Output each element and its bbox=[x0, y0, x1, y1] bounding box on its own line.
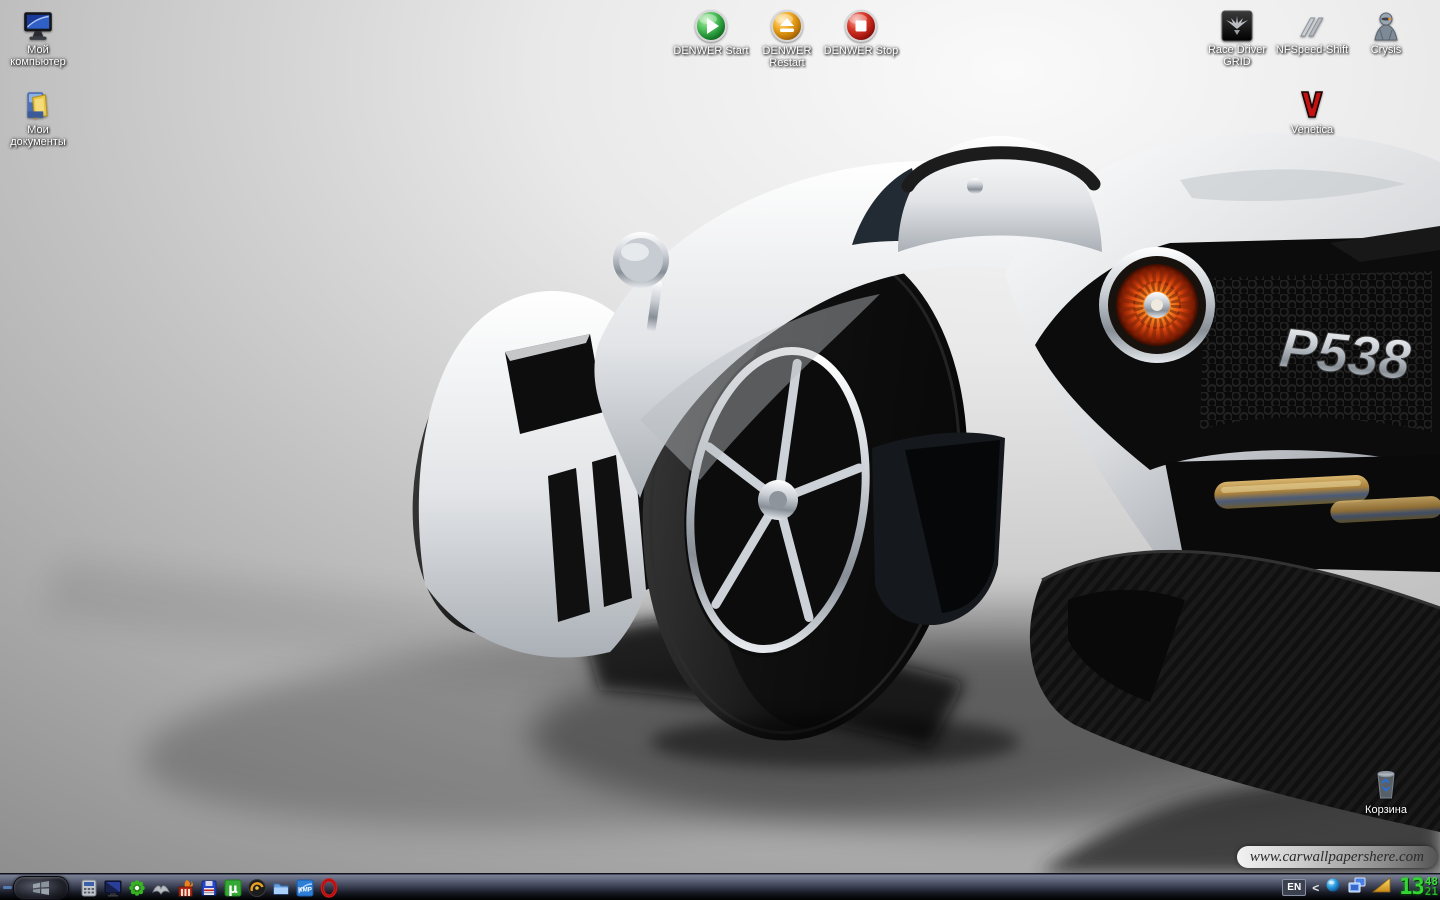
opera-icon[interactable] bbox=[318, 877, 340, 899]
my-documents-icon bbox=[21, 84, 55, 122]
desktop-icon-label: Мой компьютер bbox=[0, 44, 76, 68]
wallpaper-watermark: www.carwallpapershere.com bbox=[1237, 846, 1437, 868]
svg-text:KMP: KMP bbox=[298, 886, 312, 893]
desktop-icon-label: Корзина bbox=[1365, 804, 1407, 816]
windows-flag-icon bbox=[32, 880, 50, 896]
desktop-icon-nfspeed-shift[interactable]: NFSpeed-Shift bbox=[1267, 4, 1357, 56]
screen: P538 Мой компьютер bbox=[0, 0, 1440, 900]
desktop-icon-label: Мои документы bbox=[0, 124, 76, 148]
kmplayer-icon[interactable]: KMP bbox=[294, 877, 316, 899]
taskbar-clock[interactable]: 13 48 21 bbox=[1399, 875, 1438, 900]
desktop-icon-label: Crysis bbox=[1371, 44, 1402, 56]
aimp-icon[interactable] bbox=[246, 877, 268, 899]
venetica-icon bbox=[1295, 84, 1329, 122]
nfspeed-shift-icon bbox=[1294, 4, 1330, 42]
denwer-stop-icon bbox=[844, 5, 878, 43]
desktop-icon-label: DENWER Stop bbox=[824, 45, 899, 57]
floppy-icon[interactable] bbox=[198, 877, 220, 899]
quick-launch-bar: µ KMP bbox=[78, 874, 340, 900]
folder-icon[interactable] bbox=[270, 877, 292, 899]
tray-sphere-icon[interactable] bbox=[1325, 877, 1341, 898]
desktop-icon-label: Venetica bbox=[1291, 124, 1333, 136]
desktop-icon-label: NFSpeed-Shift bbox=[1276, 44, 1348, 56]
desktop-icon-race-driver-grid[interactable]: Race Driver GRID bbox=[1199, 4, 1275, 68]
taskbar: µ KMP bbox=[0, 873, 1440, 900]
network-connection-icon[interactable] bbox=[1347, 877, 1366, 899]
my-computer-icon bbox=[21, 4, 55, 42]
desktop-icon-recycle-bin[interactable]: Корзина bbox=[1348, 764, 1424, 816]
icq-icon[interactable] bbox=[126, 877, 148, 899]
language-indicator[interactable]: EN bbox=[1282, 879, 1306, 896]
desktop-icon-my-computer[interactable]: Мой компьютер bbox=[0, 4, 76, 68]
start-button[interactable] bbox=[13, 876, 69, 900]
volume-triangle-icon[interactable] bbox=[1372, 877, 1391, 898]
utorrent-icon[interactable]: µ bbox=[222, 877, 244, 899]
tray-collapse-chevron-icon[interactable]: < bbox=[1312, 881, 1319, 895]
crysis-icon bbox=[1370, 4, 1402, 42]
desktop-icon-label: Race Driver GRID bbox=[1199, 44, 1275, 68]
desktop-icon-denwer-stop[interactable]: DENWER Stop bbox=[816, 5, 906, 57]
clock-seconds: 21 bbox=[1425, 887, 1438, 897]
svg-text:µ: µ bbox=[228, 882, 238, 897]
recycle-bin-icon bbox=[1369, 764, 1403, 802]
calculator-icon[interactable] bbox=[78, 877, 100, 899]
wallpaper-car-image: P538 bbox=[0, 0, 1440, 873]
desktop-icon-denwer-start[interactable]: DENWER Start bbox=[666, 5, 756, 57]
desktop-icon-denwer-restart[interactable]: DENWER Restart bbox=[749, 5, 825, 69]
clock-hours: 13 bbox=[1399, 875, 1424, 900]
desktop-icon-label: DENWER Restart bbox=[749, 45, 825, 69]
race-driver-grid-icon bbox=[1221, 4, 1253, 42]
desktop-icon-crysis[interactable]: Crysis bbox=[1348, 4, 1424, 56]
desktop-icon-my-documents[interactable]: Мои документы bbox=[0, 84, 76, 148]
desktop: P538 Мой компьютер bbox=[0, 0, 1440, 873]
wings-icon[interactable] bbox=[150, 877, 172, 899]
taskbar-edge-dash bbox=[3, 886, 12, 889]
download-master-icon[interactable] bbox=[174, 877, 196, 899]
denwer-start-icon bbox=[694, 5, 728, 43]
system-tray: EN < bbox=[1282, 874, 1438, 900]
desktop-icon-label: DENWER Start bbox=[673, 45, 748, 57]
desktop-icon-venetica[interactable]: Venetica bbox=[1274, 84, 1350, 136]
denwer-restart-icon bbox=[770, 5, 804, 43]
display-icon[interactable] bbox=[102, 877, 124, 899]
